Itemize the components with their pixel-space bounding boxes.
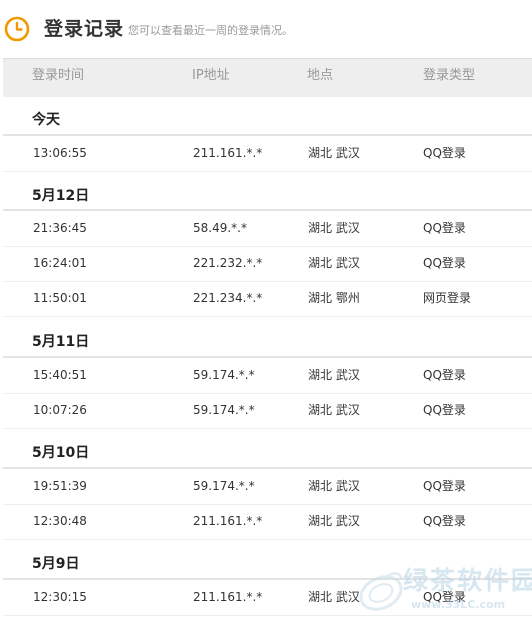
page-subtitle: 您可以查看最近一周的登录情况。 [128,24,293,37]
date-group-title: 5月10日 [32,445,90,461]
watermark-url: www.33LC.com [411,598,506,611]
location: 湖北 武汉 [308,256,360,270]
login-time: 10:07:26 [33,403,87,417]
column-header-time: 登录时间 [32,68,85,83]
login-type: 网页登录 [423,291,472,305]
page-title: 登录记录 [44,18,125,40]
ip-address: 211.161.*.* [193,590,263,604]
login-time: 19:51:39 [33,479,87,493]
login-time: 11:50:01 [33,291,87,305]
table-row: 21:36:45 58.49.*.* 湖北 武汉 QQ登录 [3,211,532,247]
column-header-location: 地点 [307,68,334,83]
date-group-title: 今天 [32,112,60,128]
login-type: QQ登录 [423,514,466,528]
login-time: 13:06:55 [33,146,87,160]
login-time: 16:24:01 [33,256,87,270]
date-group-title: 5月9日 [32,556,80,572]
column-header-ip: IP地址 [192,68,230,83]
table-row: 11:50:01 221.234.*.* 湖北 鄂州 网页登录 [3,281,532,317]
location: 湖北 武汉 [308,590,360,604]
page-header: 登录记录 您可以查看最近一周的登录情况。 [0,0,532,58]
location: 湖北 武汉 [308,146,360,160]
table-row: 19:51:39 59.174.*.* 湖北 武汉 QQ登录 [3,469,532,505]
table-row: 12:30:48 211.161.*.* 湖北 武汉 QQ登录 [3,504,532,540]
date-group-title: 5月12日 [32,188,90,204]
watermark: 绿茶软件园 www.33LC.com [357,565,532,619]
watermark-name: 绿茶软件园 [403,566,532,595]
date-group-title: 5月11日 [32,334,90,350]
ip-address: 221.232.*.* [193,256,263,270]
login-type: QQ登录 [423,403,466,417]
login-type: QQ登录 [423,221,466,235]
login-type: QQ登录 [423,479,466,493]
ip-address: 211.161.*.* [193,514,263,528]
ip-address: 211.161.*.* [193,146,263,160]
table-header: 登录时间 IP地址 地点 登录类型 [3,58,532,97]
watermark-logo-icon [359,572,403,611]
location: 湖北 武汉 [308,403,360,417]
location: 湖北 武汉 [308,479,360,493]
table-row: 10:07:26 59.174.*.* 湖北 武汉 QQ登录 [3,393,532,429]
ip-address: 59.174.*.* [193,479,255,493]
clock-icon [4,16,30,42]
location: 湖北 鄂州 [308,291,360,305]
location: 湖北 武汉 [308,368,360,382]
login-time: 12:30:15 [33,590,87,604]
column-header-login-type: 登录类型 [423,68,476,83]
login-type: QQ登录 [423,146,466,160]
ip-address: 58.49.*.* [193,221,247,235]
ip-address: 59.174.*.* [193,403,255,417]
table-row: 13:06:55 211.161.*.* 湖北 武汉 QQ登录 [3,136,532,172]
table-row: 15:40:51 59.174.*.* 湖北 武汉 QQ登录 [3,358,532,394]
login-type: QQ登录 [423,368,466,382]
location: 湖北 武汉 [308,221,360,235]
login-time: 15:40:51 [33,368,87,382]
login-time: 21:36:45 [33,221,87,235]
table-row: 16:24:01 221.232.*.* 湖北 武汉 QQ登录 [3,246,532,282]
login-time: 12:30:48 [33,514,87,528]
location: 湖北 武汉 [308,514,360,528]
ip-address: 221.234.*.* [193,291,263,305]
login-type: QQ登录 [423,256,466,270]
ip-address: 59.174.*.* [193,368,255,382]
